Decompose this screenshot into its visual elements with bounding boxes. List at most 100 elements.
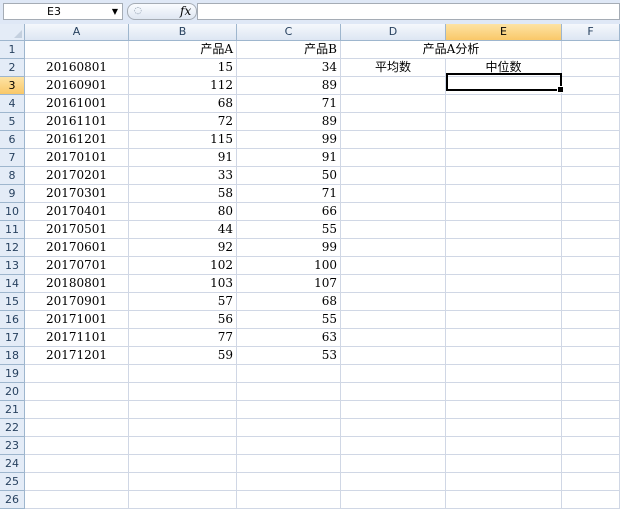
cell-f15[interactable] [562, 293, 620, 311]
cell-d2[interactable]: 平均数 [341, 59, 446, 77]
cell-d19[interactable] [341, 365, 446, 383]
cell-c4[interactable]: 71 [237, 95, 341, 113]
cell-d14[interactable] [341, 275, 446, 293]
cell-f22[interactable] [562, 419, 620, 437]
active-cell-indicator[interactable] [446, 73, 564, 93]
cell-c19[interactable] [237, 365, 341, 383]
row-header-11[interactable]: 11 [0, 221, 25, 239]
cell-e22[interactable] [446, 419, 562, 437]
cell-a3[interactable]: 20160901 [25, 77, 129, 95]
cell-a13[interactable]: 20170701 [25, 257, 129, 275]
cell-c2[interactable]: 34 [237, 59, 341, 77]
cell-b15[interactable]: 57 [129, 293, 237, 311]
cell-c7[interactable]: 91 [237, 149, 341, 167]
cell-f18[interactable] [562, 347, 620, 365]
row-header-12[interactable]: 12 [0, 239, 25, 257]
row-header-16[interactable]: 16 [0, 311, 25, 329]
cell-f16[interactable] [562, 311, 620, 329]
cell-a20[interactable] [25, 383, 129, 401]
cell-a25[interactable] [25, 473, 129, 491]
insert-function-button[interactable]: fx [180, 3, 191, 20]
cell-c15[interactable]: 68 [237, 293, 341, 311]
cell-d13[interactable] [341, 257, 446, 275]
cell-b16[interactable]: 56 [129, 311, 237, 329]
cell-d20[interactable] [341, 383, 446, 401]
row-header-13[interactable]: 13 [0, 257, 25, 275]
cell-a10[interactable]: 20170401 [25, 203, 129, 221]
cell-b21[interactable] [129, 401, 237, 419]
cell-a7[interactable]: 20170101 [25, 149, 129, 167]
cell-f23[interactable] [562, 437, 620, 455]
row-header-17[interactable]: 17 [0, 329, 25, 347]
cell-f26[interactable] [562, 491, 620, 509]
cell-f8[interactable] [562, 167, 620, 185]
cell-f14[interactable] [562, 275, 620, 293]
cell-f24[interactable] [562, 455, 620, 473]
cell-a8[interactable]: 20170201 [25, 167, 129, 185]
name-box[interactable]: E3 ▼ [3, 3, 123, 20]
formula-input[interactable] [197, 3, 620, 20]
cell-a1[interactable] [25, 41, 129, 59]
cell-b5[interactable]: 72 [129, 113, 237, 131]
cell-b3[interactable]: 112 [129, 77, 237, 95]
cell-e17[interactable] [446, 329, 562, 347]
row-header-21[interactable]: 21 [0, 401, 25, 419]
cell-b24[interactable] [129, 455, 237, 473]
cell-f3[interactable] [562, 77, 620, 95]
cell-d7[interactable] [341, 149, 446, 167]
row-header-8[interactable]: 8 [0, 167, 25, 185]
cell-d12[interactable] [341, 239, 446, 257]
row-header-15[interactable]: 15 [0, 293, 25, 311]
cell-b7[interactable]: 91 [129, 149, 237, 167]
cell-a4[interactable]: 20161001 [25, 95, 129, 113]
cell-a15[interactable]: 20170901 [25, 293, 129, 311]
cell-b10[interactable]: 80 [129, 203, 237, 221]
cell-c10[interactable]: 66 [237, 203, 341, 221]
cell-c9[interactable]: 71 [237, 185, 341, 203]
cell-e23[interactable] [446, 437, 562, 455]
cell-c8[interactable]: 50 [237, 167, 341, 185]
cell-e25[interactable] [446, 473, 562, 491]
cell-d24[interactable] [341, 455, 446, 473]
cell-b26[interactable] [129, 491, 237, 509]
cell-c13[interactable]: 100 [237, 257, 341, 275]
cell-a16[interactable]: 20171001 [25, 311, 129, 329]
cell-a26[interactable] [25, 491, 129, 509]
cell-d23[interactable] [341, 437, 446, 455]
cell-b25[interactable] [129, 473, 237, 491]
cell-b19[interactable] [129, 365, 237, 383]
cell-c18[interactable]: 53 [237, 347, 341, 365]
cell-c3[interactable]: 89 [237, 77, 341, 95]
cell-b20[interactable] [129, 383, 237, 401]
row-header-14[interactable]: 14 [0, 275, 25, 293]
chevron-down-icon[interactable]: ▼ [112, 4, 118, 19]
row-header-18[interactable]: 18 [0, 347, 25, 365]
row-header-2[interactable]: 2 [0, 59, 25, 77]
cell-c20[interactable] [237, 383, 341, 401]
cell-d6[interactable] [341, 131, 446, 149]
row-header-3[interactable]: 3 [0, 77, 25, 95]
cell-e11[interactable] [446, 221, 562, 239]
cell-d3[interactable] [341, 77, 446, 95]
cell-d18[interactable] [341, 347, 446, 365]
cell-b14[interactable]: 103 [129, 275, 237, 293]
row-header-7[interactable]: 7 [0, 149, 25, 167]
cell-a22[interactable] [25, 419, 129, 437]
cell-c5[interactable]: 89 [237, 113, 341, 131]
row-header-22[interactable]: 22 [0, 419, 25, 437]
cell-c11[interactable]: 55 [237, 221, 341, 239]
row-header-5[interactable]: 5 [0, 113, 25, 131]
cell-a11[interactable]: 20170501 [25, 221, 129, 239]
cell-e12[interactable] [446, 239, 562, 257]
row-header-19[interactable]: 19 [0, 365, 25, 383]
cell-e18[interactable] [446, 347, 562, 365]
cell-b4[interactable]: 68 [129, 95, 237, 113]
select-all-button[interactable] [0, 24, 25, 41]
cell-b6[interactable]: 115 [129, 131, 237, 149]
cell-d9[interactable] [341, 185, 446, 203]
cell-c26[interactable] [237, 491, 341, 509]
cell-b23[interactable] [129, 437, 237, 455]
cell-e19[interactable] [446, 365, 562, 383]
cell-f10[interactable] [562, 203, 620, 221]
cell-e14[interactable] [446, 275, 562, 293]
